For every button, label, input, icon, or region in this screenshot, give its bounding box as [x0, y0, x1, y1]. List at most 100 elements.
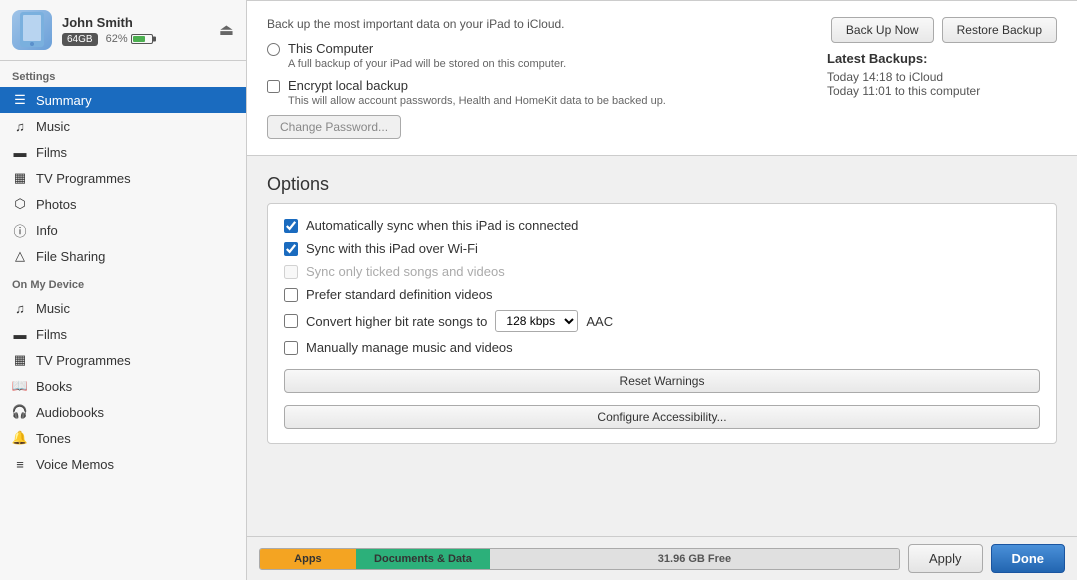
summary-icon: ☰	[12, 92, 28, 108]
device-header: John Smith 64GB 62% ⏏	[0, 0, 246, 61]
auto-sync-checkbox[interactable]	[284, 219, 298, 233]
auto-sync-row: Automatically sync when this iPad is con…	[284, 218, 1040, 233]
music-icon: ♫	[12, 118, 28, 134]
storage-free-segment: 31.96 GB Free	[490, 549, 899, 569]
tones-icon: 🔔	[12, 430, 28, 446]
sidebar-item-label: Summary	[36, 93, 92, 108]
sidebar-item-info[interactable]: ⓘ Info	[0, 217, 246, 243]
sidebar-item-label: Books	[36, 379, 72, 394]
content-scroll: Back up the most important data on your …	[247, 0, 1077, 536]
device-name: John Smith	[62, 15, 219, 30]
device-meta: 64GB 62%	[62, 33, 219, 46]
manual-manage-checkbox[interactable]	[284, 341, 298, 355]
bottom-bar: Apps Documents & Data 31.96 GB Free Appl…	[247, 536, 1077, 580]
tv-device-icon: ▦	[12, 352, 28, 368]
sidebar-item-filesharing[interactable]: △ File Sharing	[0, 243, 246, 269]
apply-button[interactable]: Apply	[908, 544, 983, 573]
sidebar-item-label: Films	[36, 145, 67, 160]
auto-sync-label[interactable]: Automatically sync when this iPad is con…	[306, 218, 578, 233]
sidebar-item-films[interactable]: ▬ Films	[0, 139, 246, 165]
sidebar-item-music[interactable]: ♫ Music	[0, 113, 246, 139]
backup-top: Back up the most important data on your …	[267, 17, 1057, 139]
wifi-sync-label[interactable]: Sync with this iPad over Wi-Fi	[306, 241, 478, 256]
sidebar-item-label: TV Programmes	[36, 353, 131, 368]
audiobooks-icon: 🎧	[12, 404, 28, 420]
backup-right: Back Up Now Restore Backup Latest Backup…	[827, 17, 1057, 98]
sidebar-item-books[interactable]: 📖 Books	[0, 373, 246, 399]
storage-bar: Apps Documents & Data 31.96 GB Free	[259, 548, 900, 570]
sidebar-item-voicememos[interactable]: ≡ Voice Memos	[0, 451, 246, 477]
standard-def-checkbox[interactable]	[284, 288, 298, 302]
info-icon: ⓘ	[12, 222, 28, 238]
sidebar-item-tv-device[interactable]: ▦ TV Programmes	[0, 347, 246, 373]
voicememos-icon: ≡	[12, 456, 28, 472]
books-icon: 📖	[12, 378, 28, 394]
battery-fill	[133, 36, 145, 42]
ticked-songs-label[interactable]: Sync only ticked songs and videos	[306, 264, 505, 279]
sidebar-item-label: File Sharing	[36, 249, 105, 264]
encrypt-sub-text: This will allow account passwords, Healt…	[288, 95, 666, 107]
encrypt-main-label[interactable]: Encrypt local backup	[288, 78, 666, 93]
sidebar-item-tv[interactable]: ▦ TV Programmes	[0, 165, 246, 191]
sidebar-item-label: Info	[36, 223, 58, 238]
bitrate-select[interactable]: 128 kbps	[495, 310, 578, 332]
sidebar-item-summary[interactable]: ☰ Summary	[0, 87, 246, 113]
sidebar-item-audiobooks[interactable]: 🎧 Audiobooks	[0, 399, 246, 425]
sidebar-item-music-device[interactable]: ♫ Music	[0, 295, 246, 321]
sidebar-item-label: Music	[36, 119, 70, 134]
restore-backup-button[interactable]: Restore Backup	[942, 17, 1057, 43]
sidebar-item-label: Voice Memos	[36, 457, 114, 472]
backup-entry-1: Today 14:18 to iCloud	[827, 70, 1057, 84]
standard-def-label[interactable]: Prefer standard definition videos	[306, 287, 492, 302]
latest-backups: Latest Backups: Today 14:18 to iCloud To…	[827, 51, 1057, 98]
wifi-sync-row: Sync with this iPad over Wi-Fi	[284, 241, 1040, 256]
sidebar-item-label: TV Programmes	[36, 171, 131, 186]
this-computer-option: This Computer A full backup of your iPad…	[267, 41, 807, 70]
backup-top-text: Back up the most important data on your …	[267, 17, 807, 31]
tv-icon: ▦	[12, 170, 28, 186]
sidebar-item-label: Photos	[36, 197, 76, 212]
change-password-button[interactable]: Change Password...	[267, 115, 401, 139]
convert-songs-label[interactable]: Convert higher bit rate songs to	[306, 314, 487, 329]
this-computer-radio[interactable]	[267, 43, 280, 56]
configure-accessibility-button[interactable]: Configure Accessibility...	[284, 405, 1040, 429]
encrypt-checkbox[interactable]	[267, 80, 280, 93]
storage-badge: 64GB	[62, 33, 98, 46]
films-device-icon: ▬	[12, 326, 28, 342]
battery-percent: 62%	[106, 33, 128, 45]
sidebar-item-label: Music	[36, 301, 70, 316]
photos-icon: ⬡	[12, 196, 28, 212]
storage-docs-segment: Documents & Data	[356, 549, 490, 569]
aac-label: AAC	[586, 314, 613, 329]
standard-def-row: Prefer standard definition videos	[284, 287, 1040, 302]
options-buttons: Reset Warnings Configure Accessibility..…	[284, 363, 1040, 429]
wifi-sync-checkbox[interactable]	[284, 242, 298, 256]
options-section: Options Automatically sync when this iPa…	[247, 164, 1077, 444]
eject-button[interactable]: ⏏	[219, 20, 234, 40]
manual-manage-label[interactable]: Manually manage music and videos	[306, 340, 513, 355]
filesharing-icon: △	[12, 248, 28, 264]
battery-info: 62%	[106, 33, 153, 45]
manual-manage-row: Manually manage music and videos	[284, 340, 1040, 355]
sidebar-item-photos[interactable]: ⬡ Photos	[0, 191, 246, 217]
sidebar-item-films-device[interactable]: ▬ Films	[0, 321, 246, 347]
this-computer-label-group: This Computer A full backup of your iPad…	[288, 41, 566, 70]
sidebar: John Smith 64GB 62% ⏏ Settings ☰ Summary	[0, 0, 247, 580]
sidebar-item-label: Films	[36, 327, 67, 342]
done-button[interactable]: Done	[991, 544, 1066, 573]
device-info: John Smith 64GB 62%	[62, 15, 219, 46]
back-up-now-button[interactable]: Back Up Now	[831, 17, 934, 43]
ticked-songs-row: Sync only ticked songs and videos	[284, 264, 1040, 279]
sidebar-item-tones[interactable]: 🔔 Tones	[0, 425, 246, 451]
sidebar-item-label: Tones	[36, 431, 71, 446]
ticked-songs-checkbox[interactable]	[284, 265, 298, 279]
options-title: Options	[267, 174, 1057, 195]
convert-songs-row: Convert higher bit rate songs to 128 kbp…	[284, 310, 1040, 332]
reset-warnings-button[interactable]: Reset Warnings	[284, 369, 1040, 393]
sidebar-item-label: Audiobooks	[36, 405, 104, 420]
this-computer-label[interactable]: This Computer	[288, 41, 566, 56]
battery-icon	[131, 34, 153, 44]
main-content: Back up the most important data on your …	[247, 0, 1077, 580]
convert-songs-checkbox[interactable]	[284, 314, 298, 328]
backup-entry-2: Today 11:01 to this computer	[827, 84, 1057, 98]
